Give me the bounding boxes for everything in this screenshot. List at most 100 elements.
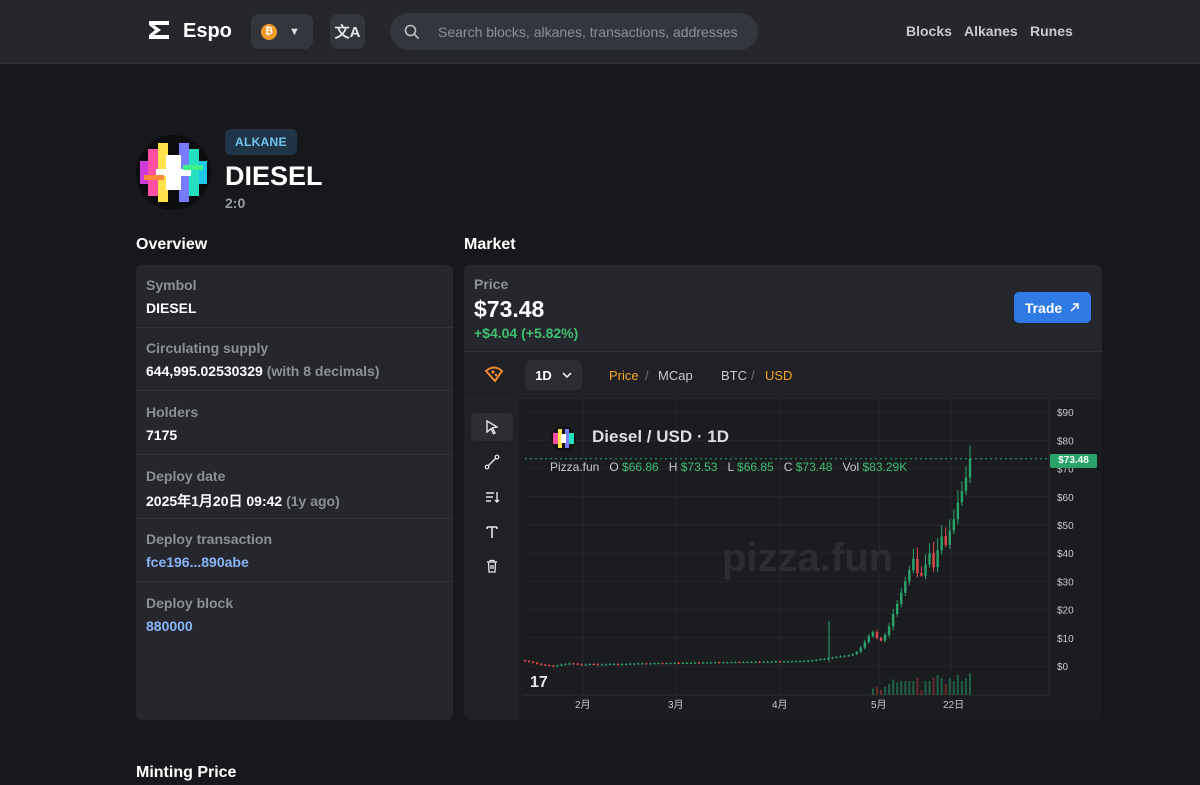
candle-body (811, 660, 814, 662)
candle-body (851, 654, 854, 656)
nav-alkanes[interactable]: Alkanes (964, 23, 1018, 39)
candle-body (944, 536, 947, 545)
candle-body (762, 661, 765, 663)
candle-body (560, 664, 563, 666)
y-tick-label: $80 (1057, 436, 1074, 447)
token-type-badge: ALKANE (225, 129, 297, 155)
chart-canvas[interactable]: $90$80$70$60$50$40$30$20$10$02月 3月 4月 5月 22日… (522, 399, 1102, 720)
cursor-tool[interactable] (471, 413, 513, 441)
token-avatar (136, 135, 211, 210)
candle-body (608, 664, 612, 666)
candle-body (956, 502, 960, 520)
deploy-date-relative: (1y ago) (286, 493, 340, 509)
candle-body (928, 553, 931, 565)
volume-bar (924, 681, 927, 695)
network-selector[interactable]: ₿ ▼ (251, 14, 313, 49)
chart-area: $90 $80 $70 $60 $50 $40 $30 $20 $10 $0 2月 3月 4月 5月 22日… (464, 399, 1102, 720)
ohlc-legend: Pizza.fun O $66.86 H $73.53 L $66.85 C $… (550, 460, 908, 474)
espo-logo-icon (149, 21, 169, 39)
deploy-transaction-link[interactable]: fce196...890abe (146, 554, 249, 570)
candle-body (734, 662, 737, 664)
candle-body (835, 656, 838, 658)
toggle-price[interactable]: Price (609, 368, 639, 383)
candle-body (819, 659, 822, 661)
toggle-mcap[interactable]: MCap (658, 368, 693, 383)
volume-bar (916, 678, 919, 695)
volume-bar (871, 688, 874, 695)
candle-body (879, 637, 883, 641)
nav-blocks[interactable]: Blocks (906, 23, 952, 39)
overview-value: 644,995.02530329 (with 8 decimals) (146, 363, 380, 379)
ohlc-source: Pizza.fun (550, 460, 600, 474)
candle-body (689, 662, 693, 664)
candle-body (843, 655, 846, 657)
candle-body (673, 662, 676, 664)
last-price-tag: $73.48 (1050, 454, 1097, 468)
current-price: $73.48 (474, 296, 545, 322)
candle-body (778, 661, 782, 663)
trade-button[interactable]: Trade (1014, 292, 1091, 323)
overview-label: Deploy block (146, 595, 234, 611)
candle-body (904, 581, 907, 593)
trendline-tool[interactable] (471, 448, 513, 476)
candle-body (960, 491, 964, 503)
nav-runes[interactable]: Runes (1030, 23, 1073, 39)
volume-bar (904, 681, 907, 695)
candle-body (705, 662, 709, 664)
candle-body (746, 662, 749, 664)
coin-icon (551, 426, 576, 451)
chevron-down-icon (562, 371, 572, 378)
toggle-usd[interactable]: USD (765, 368, 792, 383)
candle-body (738, 662, 741, 664)
overview-value: 2025年1月20日 09:42 (1y ago) (146, 491, 340, 511)
supply-value: 644,995.02530329 (146, 363, 263, 379)
overview-row-symbol: Symbol DIESEL (136, 265, 453, 328)
search-bar[interactable] (390, 13, 758, 50)
timeframe-value: 1D (535, 367, 552, 383)
candle-body (891, 613, 895, 627)
candle-body (653, 663, 656, 665)
overview-row-deploy-tx: Deploy transaction fce196...890abe (136, 519, 453, 582)
text-icon (486, 526, 498, 538)
toggle-btc[interactable]: BTC (721, 368, 747, 383)
candle-body (742, 662, 745, 664)
supply-decimals-note: (with 8 decimals) (266, 363, 380, 379)
timeframe-select[interactable]: 1D (525, 360, 582, 390)
language-button[interactable]: 文A (330, 14, 365, 49)
candle-body (677, 662, 680, 664)
deploy-block-link[interactable]: 880000 (146, 618, 193, 634)
overview-value: DIESEL (146, 300, 197, 316)
candle-body (665, 663, 668, 665)
candle-body (875, 632, 879, 638)
volume-bar (880, 690, 882, 695)
search-input[interactable] (438, 23, 738, 40)
chart-watermark: pizza.fun (722, 536, 893, 580)
price-change: +$4.04 (+5.82%) (474, 325, 579, 341)
candle-body (568, 663, 571, 665)
y-tick-label: $30 (1057, 577, 1074, 588)
candle-body (900, 592, 903, 604)
delete-tool[interactable] (471, 552, 513, 580)
app-logo[interactable]: Espo (147, 18, 232, 44)
candle-body (823, 658, 826, 660)
price-chart[interactable]: $90 $80 $70 $60 $50 $40 $30 $20 $10 $0 2月 3月 4月 5月 22日… (522, 399, 1102, 720)
candle-body (794, 661, 798, 663)
sort-tool[interactable] (471, 483, 513, 511)
volume-bar (920, 690, 923, 695)
candle-body (600, 664, 604, 666)
volume-bar (928, 681, 931, 695)
candle-body (883, 634, 887, 641)
volume-bar (888, 684, 891, 695)
y-tick-label: $50 (1057, 521, 1074, 532)
candle-body (786, 661, 790, 663)
candle-body (649, 663, 652, 665)
candle-body (895, 603, 899, 614)
candle-body (948, 530, 951, 545)
text-tool[interactable] (471, 518, 513, 546)
candle-body (709, 662, 713, 664)
candle-body (920, 572, 923, 576)
candle-body (968, 458, 972, 478)
candle-body (952, 519, 956, 531)
pizza-icon[interactable] (484, 364, 504, 384)
y-tick-label: $90 (1057, 408, 1074, 419)
